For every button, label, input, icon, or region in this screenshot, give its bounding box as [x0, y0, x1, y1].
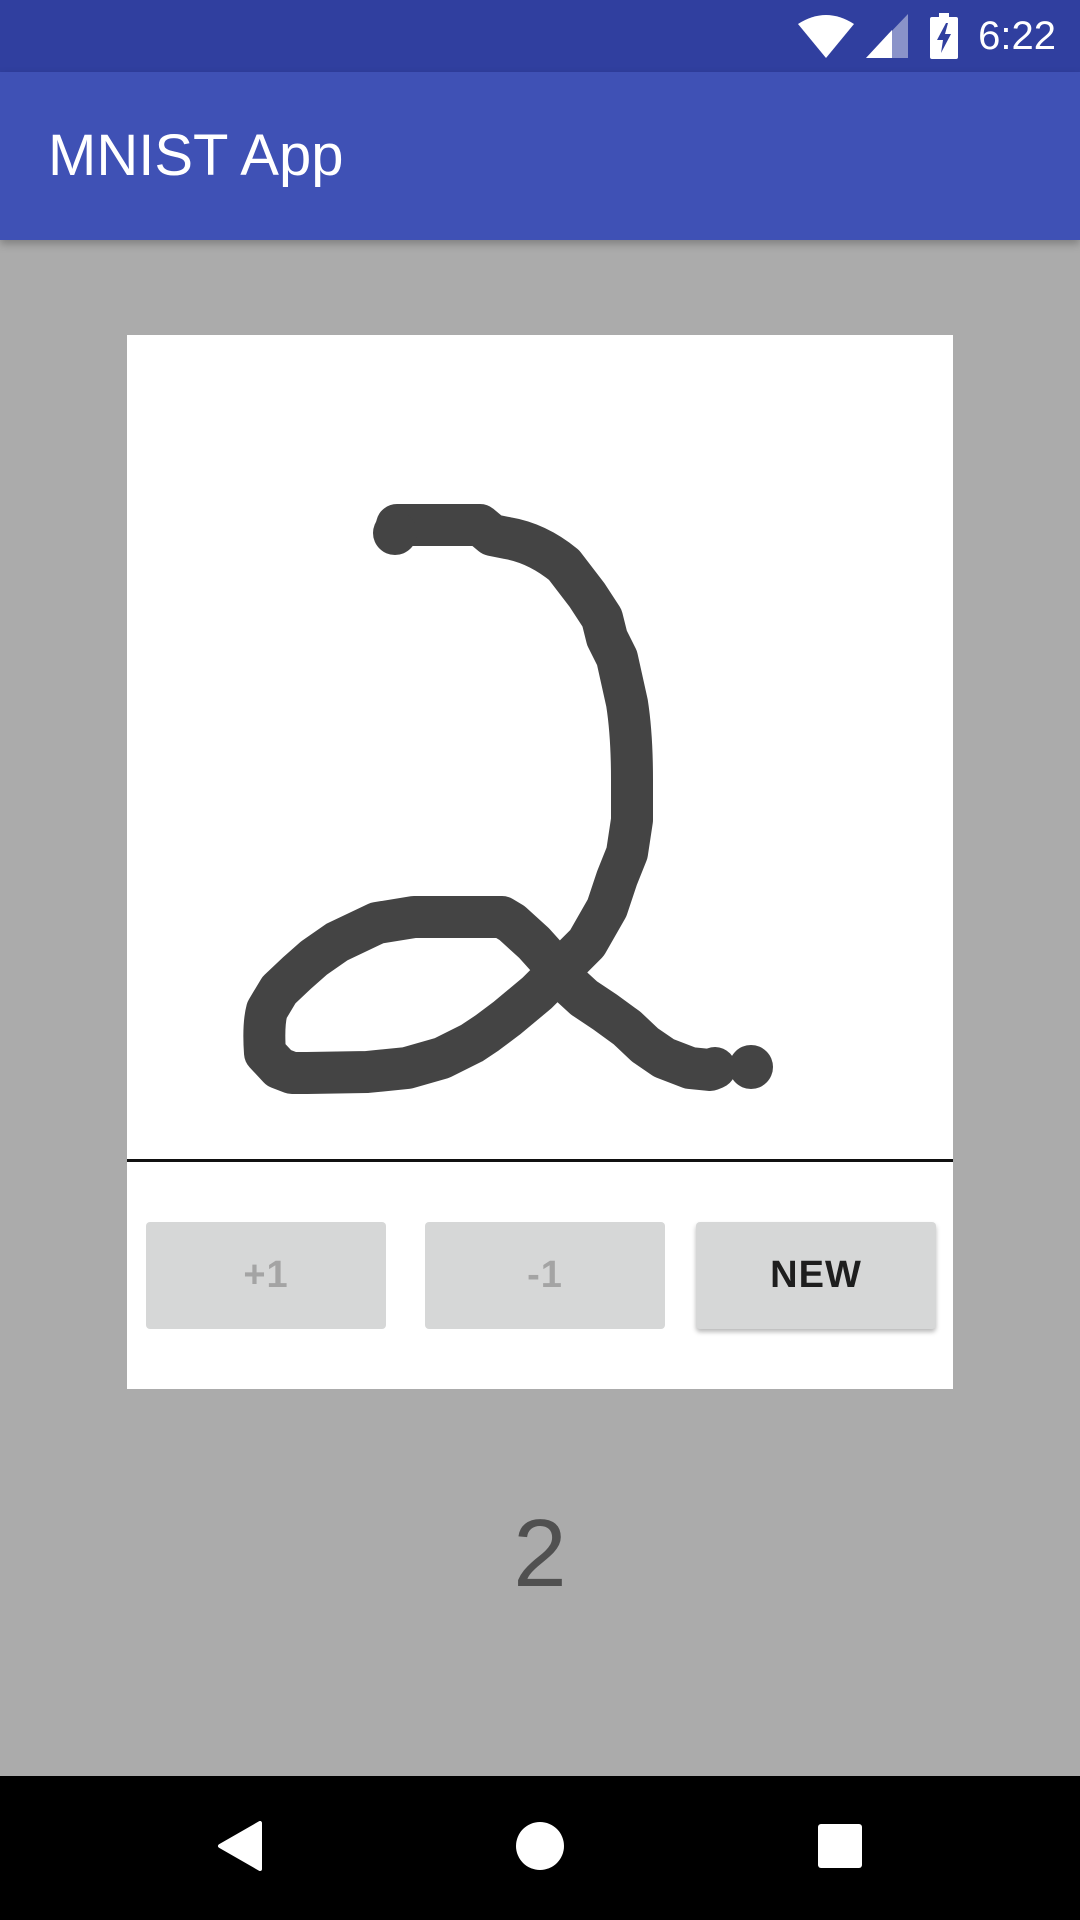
plus-one-button[interactable]: +1	[146, 1222, 386, 1329]
drawing-canvas[interactable]	[127, 335, 953, 1160]
status-bar: 6:22	[0, 0, 1080, 72]
home-icon	[515, 1821, 565, 1876]
home-button[interactable]	[460, 1776, 620, 1920]
cell-signal-icon	[866, 14, 909, 58]
screen: 6:22 MNIST App +1 -1 NEW 2	[0, 0, 1080, 1920]
app-bar: MNIST App	[0, 72, 1080, 240]
back-icon	[216, 1820, 264, 1876]
recents-button[interactable]	[760, 1776, 920, 1920]
drawing-card: +1 -1 NEW	[127, 335, 953, 1389]
app-title: MNIST App	[48, 123, 344, 188]
handwritten-digit-stroke	[243, 504, 773, 1094]
new-button[interactable]: NEW	[696, 1222, 936, 1329]
status-time: 6:22	[978, 13, 1056, 58]
prediction-result: 2	[513, 1500, 567, 1607]
back-button[interactable]	[160, 1776, 320, 1920]
status-icons: 6:22	[798, 0, 1056, 72]
battery-charging-icon	[930, 13, 959, 59]
wifi-icon	[798, 14, 855, 58]
recents-icon	[817, 1823, 863, 1874]
navigation-bar	[0, 1776, 1080, 1920]
canvas-divider	[127, 1159, 953, 1162]
minus-one-button[interactable]: -1	[425, 1222, 665, 1329]
